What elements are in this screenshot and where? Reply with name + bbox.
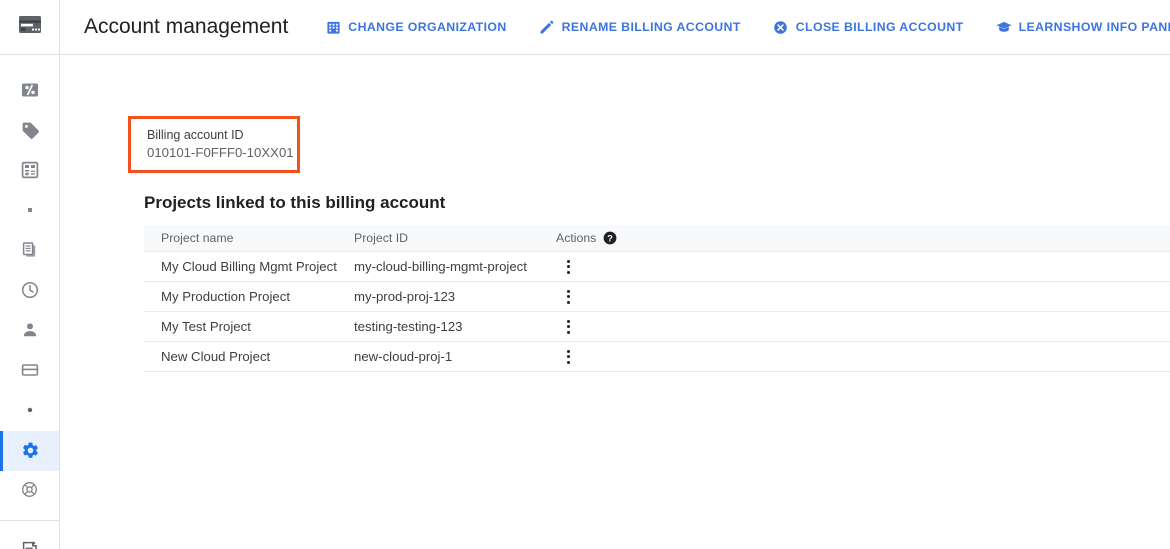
card-outline-icon	[21, 361, 41, 381]
cell-project-id: testing-testing-123	[354, 319, 556, 334]
person-icon	[21, 321, 41, 341]
billing-account-id-label: Billing account ID	[147, 127, 297, 144]
column-header-project-id: Project ID	[354, 231, 556, 245]
close-billing-account-button[interactable]: CLOSE BILLING ACCOUNT	[773, 11, 964, 43]
cell-actions	[556, 285, 1170, 309]
kebab-menu-icon[interactable]	[558, 285, 578, 309]
table-row[interactable]: My Test Project testing-testing-123	[144, 312, 1170, 342]
cell-actions	[556, 255, 1170, 279]
sidebar-item-pricing[interactable]	[0, 151, 59, 191]
cell-project-name: My Cloud Billing Mgmt Project	[144, 259, 354, 274]
svg-text:?: ?	[607, 232, 613, 243]
lifebuoy-icon	[21, 481, 41, 501]
column-header-actions: Actions ?	[556, 231, 1170, 245]
sidebar-item-send-feedback[interactable]	[0, 530, 59, 549]
cell-project-name: My Test Project	[144, 319, 354, 334]
toolbar-actions: CHANGE ORGANIZATION RENAME BILLING ACCOU…	[325, 11, 1170, 43]
change-organization-button[interactable]: CHANGE ORGANIZATION	[325, 11, 506, 43]
cell-actions	[556, 345, 1170, 369]
gear-icon	[21, 441, 41, 461]
small-dot-icon	[21, 401, 41, 421]
calculator-icon	[21, 161, 41, 181]
projects-section-title: Projects linked to this billing account	[144, 193, 445, 213]
account-management-page: Account management	[0, 0, 1170, 549]
sidebar-item-cost-history[interactable]	[0, 271, 59, 311]
small-dot-icon	[21, 201, 41, 221]
change-organization-label: CHANGE ORGANIZATION	[348, 20, 506, 34]
top-toolbar: Account management	[60, 0, 1170, 55]
cell-actions	[556, 315, 1170, 339]
sidebar-item-budgets-alerts[interactable]	[0, 111, 59, 151]
sidebar-item-support[interactable]	[0, 471, 59, 511]
show-info-panel-label: SHOW INFO PANEL	[1063, 20, 1170, 34]
rename-billing-account-label: RENAME BILLING ACCOUNT	[562, 20, 741, 34]
column-header-actions-label: Actions	[556, 231, 596, 245]
cell-project-id: my-prod-proj-123	[354, 289, 556, 304]
sidebar-nav-list	[0, 55, 59, 549]
learn-label: LEARN	[1019, 20, 1063, 34]
table-header-row: Project name Project ID Actions ?	[144, 225, 1170, 252]
billing-account-id-card: Billing account ID 010101-F0FFF0-10XX01	[128, 116, 300, 173]
cell-project-id: my-cloud-billing-mgmt-project	[354, 259, 556, 274]
sidebar-item-payment-method[interactable]	[0, 351, 59, 391]
organization-building-icon	[325, 19, 341, 35]
close-billing-account-label: CLOSE BILLING ACCOUNT	[796, 20, 964, 34]
documents-icon	[21, 241, 41, 261]
billing-account-id-value: 010101-F0FFF0-10XX01	[147, 144, 297, 162]
close-circle-icon	[773, 19, 789, 35]
projects-table: Project name Project ID Actions ? My C	[144, 225, 1170, 372]
feedback-note-icon	[21, 540, 41, 549]
pencil-edit-icon	[539, 19, 555, 35]
show-info-panel-button[interactable]: SHOW INFO PANEL	[1063, 12, 1170, 42]
page-title: Account management	[84, 15, 288, 39]
price-tag-icon	[21, 121, 41, 141]
kebab-menu-icon[interactable]	[558, 345, 578, 369]
content-area: Billing account ID 010101-F0FFF0-10XX01 …	[60, 55, 1170, 549]
table-row[interactable]: My Cloud Billing Mgmt Project my-cloud-b…	[144, 252, 1170, 282]
cell-project-id: new-cloud-proj-1	[354, 349, 556, 364]
table-row[interactable]: New Cloud Project new-cloud-proj-1	[144, 342, 1170, 372]
sidebar-item-commitments[interactable]	[0, 391, 59, 431]
sidebar-divider	[0, 520, 59, 521]
kebab-menu-icon[interactable]	[558, 255, 578, 279]
percent-badge-icon	[21, 81, 41, 101]
credit-card-icon	[18, 15, 42, 40]
cell-project-name: My Production Project	[144, 289, 354, 304]
main-area: Account management	[60, 0, 1170, 549]
sidebar-item-documents[interactable]	[0, 231, 59, 271]
clock-icon	[21, 281, 41, 301]
sidebar-item-account-users[interactable]	[0, 311, 59, 351]
help-icon[interactable]: ?	[603, 231, 617, 245]
table-row[interactable]: My Production Project my-prod-proj-123	[144, 282, 1170, 312]
rename-billing-account-button[interactable]: RENAME BILLING ACCOUNT	[539, 11, 741, 43]
kebab-menu-icon[interactable]	[558, 315, 578, 339]
sidebar-item-transactions[interactable]	[0, 191, 59, 231]
sidebar-brand[interactable]	[0, 0, 59, 55]
sidebar-item-overview[interactable]	[0, 71, 59, 111]
column-header-project-name: Project name	[144, 231, 354, 245]
cell-project-name: New Cloud Project	[144, 349, 354, 364]
graduation-cap-icon	[996, 19, 1012, 35]
left-sidebar	[0, 0, 60, 549]
learn-button[interactable]: LEARN	[996, 11, 1063, 43]
sidebar-item-account-management[interactable]	[0, 431, 59, 471]
